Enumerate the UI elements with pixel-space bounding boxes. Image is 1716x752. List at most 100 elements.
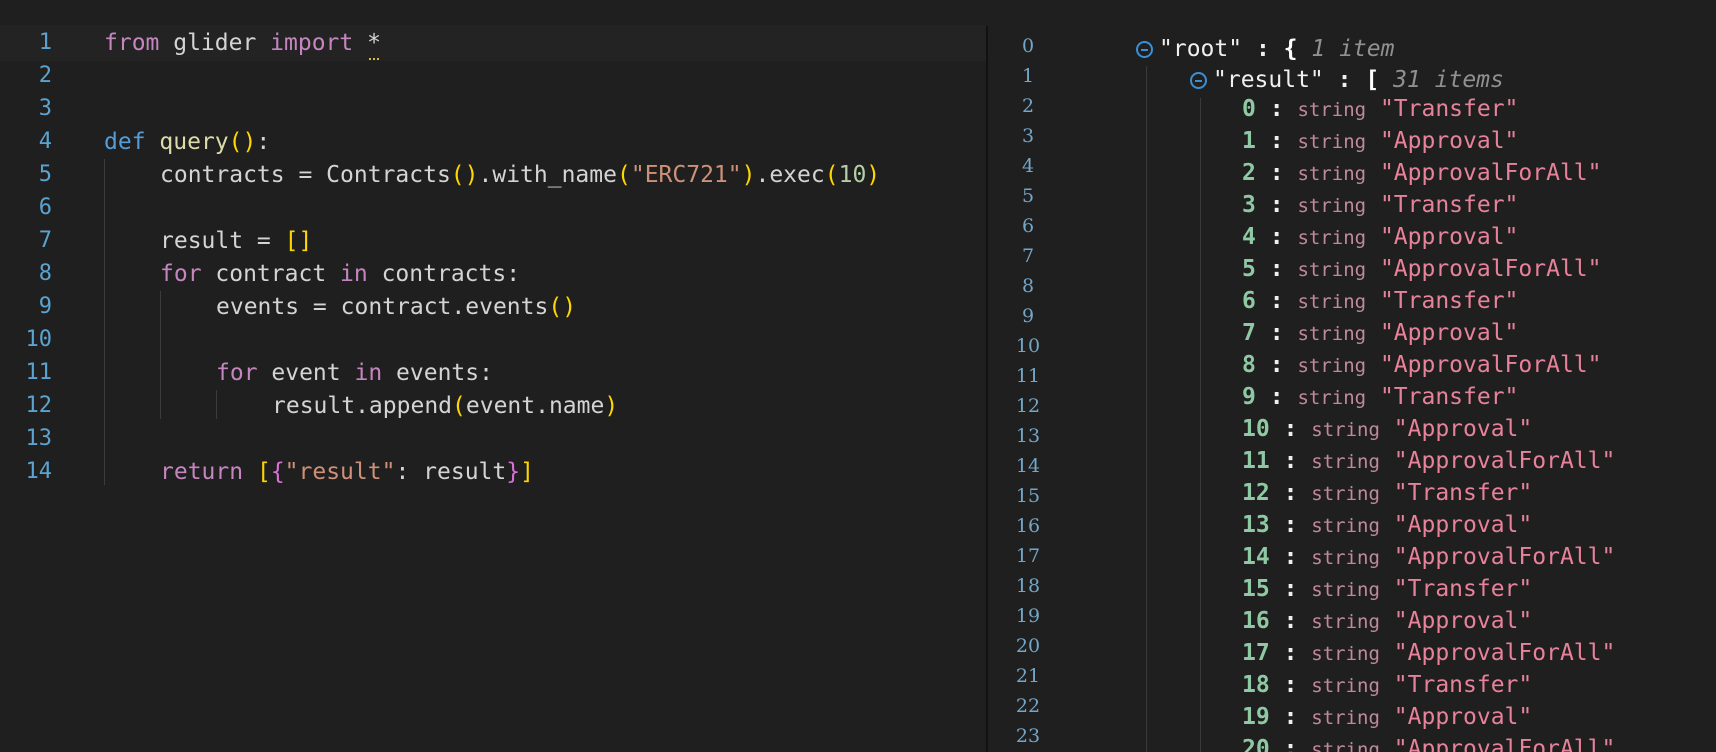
code-text[interactable]: result.append(event.name): [272, 388, 618, 424]
json-item-content: 8 : string "ApprovalForAll": [1242, 349, 1602, 382]
json-colon: :: [1283, 544, 1298, 570]
line-number: 3: [38, 96, 52, 121]
code-text[interactable]: contracts = Contracts().with_name("ERC72…: [160, 157, 880, 193]
code-text[interactable]: def query():: [104, 124, 270, 160]
json-array-item[interactable]: 0 : string "Transfer": [988, 93, 1716, 125]
code-text[interactable]: for event in events:: [216, 355, 493, 391]
code-line[interactable]: 4 def query():: [0, 124, 986, 160]
line-number: 2: [38, 63, 52, 88]
json-node-row[interactable]: "root" : { 1 item: [988, 33, 1716, 65]
code-token: result.append: [272, 393, 453, 419]
json-array-item[interactable]: 15 : string "Transfer": [988, 573, 1716, 605]
json-item-index: 9: [1242, 384, 1256, 410]
json-array-item[interactable]: 17 : string "ApprovalForAll": [988, 637, 1716, 669]
json-array-item[interactable]: 11 : string "ApprovalForAll": [988, 445, 1716, 477]
json-colon: :: [1269, 192, 1284, 218]
json-string-value: "Approval": [1393, 416, 1533, 442]
json-array-item[interactable]: 14 : string "ApprovalForAll": [988, 541, 1716, 573]
json-string-value: "Transfer": [1379, 96, 1519, 122]
code-text[interactable]: result = []: [160, 223, 312, 259]
json-array-item[interactable]: 20 : string "ApprovalForAll": [988, 733, 1716, 752]
json-node-row[interactable]: "result" : [ 31 items: [988, 64, 1716, 96]
json-type-label: string: [1297, 355, 1367, 377]
code-token: contracts = Contracts: [160, 162, 451, 188]
json-colon: :: [1269, 256, 1284, 282]
json-array-item[interactable]: 13 : string "Approval": [988, 509, 1716, 541]
json-viewer-panel: 0 1 2 3 4 5 6 7 8 9 10 11 12 13 14 15 16 17 18 19 20 21 22 23 "r…: [988, 0, 1716, 752]
code-text[interactable]: from glider import *: [104, 25, 381, 61]
code-line[interactable]: 7 result = []: [0, 223, 986, 259]
code-text[interactable]: return [{"result": result}]: [160, 454, 534, 490]
code-line[interactable]: 6: [0, 190, 986, 226]
code-line[interactable]: 11 for event in events:: [0, 355, 986, 391]
json-string-value: "Approval": [1379, 224, 1519, 250]
json-array-item[interactable]: 8 : string "ApprovalForAll": [988, 349, 1716, 381]
code-line[interactable]: 10: [0, 322, 986, 358]
code-line[interactable]: 2: [0, 58, 986, 94]
code-text[interactable]: for contract in contracts:: [160, 256, 520, 292]
json-string-value: "Transfer": [1393, 576, 1533, 602]
code-line[interactable]: 12 result.append(event.name): [0, 388, 986, 424]
json-item-index: 4: [1242, 224, 1256, 250]
json-array-item[interactable]: 12 : string "Transfer": [988, 477, 1716, 509]
json-array-item[interactable]: 3 : string "Transfer": [988, 189, 1716, 221]
json-string-value: "ApprovalForAll": [1393, 640, 1616, 666]
json-array-item[interactable]: 16 : string "Approval": [988, 605, 1716, 637]
json-array-item[interactable]: 7 : string "Approval": [988, 317, 1716, 349]
code-editor[interactable]: 1 from glider import * 2 3 4 def query(): 5 con…: [0, 0, 986, 752]
code-token: contract: [201, 261, 341, 287]
json-colon: :: [1283, 608, 1298, 634]
code-token: ): [604, 393, 619, 419]
code-line[interactable]: 5 contracts = Contracts().with_name("ERC7…: [0, 157, 986, 193]
code-token: in: [354, 360, 383, 386]
json-node[interactable]: "root" : { 1 item: [1136, 33, 1394, 65]
json-array-item[interactable]: 2 : string "ApprovalForAll": [988, 157, 1716, 189]
json-array-item[interactable]: 19 : string "Approval": [988, 701, 1716, 733]
collapse-root-icon[interactable]: [1136, 41, 1153, 58]
json-array-item[interactable]: 1 : string "Approval": [988, 125, 1716, 157]
json-array-item[interactable]: 10 : string "Approval": [988, 413, 1716, 445]
code-token: def: [104, 129, 146, 155]
json-array-item[interactable]: 4 : string "Approval": [988, 221, 1716, 253]
code-line[interactable]: 3: [0, 91, 986, 127]
code-token: : result: [395, 459, 507, 485]
code-line[interactable]: 13: [0, 421, 986, 457]
json-key: "root": [1159, 36, 1243, 62]
code-line[interactable]: 14 return [{"result": result}]: [0, 454, 986, 490]
json-type-label: string: [1311, 707, 1380, 729]
code-token: import: [270, 30, 354, 56]
json-type-label: string: [1297, 163, 1367, 185]
code-line[interactable]: 9 events = contract.events(): [0, 289, 986, 325]
json-array-item[interactable]: 9 : string "Transfer": [988, 381, 1716, 413]
code-token: (: [452, 393, 466, 419]
json-colon: :: [1269, 224, 1284, 250]
code-token: []: [284, 228, 313, 254]
code-token: 10: [838, 162, 867, 188]
json-type-label: string: [1297, 387, 1367, 409]
json-item-index: 6: [1242, 288, 1256, 314]
code-token: :: [256, 129, 271, 155]
code-text[interactable]: events = contract.events(): [216, 289, 576, 325]
json-array-item[interactable]: 6 : string "Transfer": [988, 285, 1716, 317]
code-line[interactable]: 8 for contract in contracts:: [0, 256, 986, 292]
json-colon: :: [1269, 352, 1284, 378]
json-array-item[interactable]: 18 : string "Transfer": [988, 669, 1716, 701]
code-line[interactable]: 1 from glider import *: [0, 25, 986, 61]
json-string-value: "ApprovalForAll": [1379, 160, 1602, 186]
collapse-result-icon[interactable]: [1190, 72, 1207, 89]
code-token: *: [367, 25, 381, 61]
json-array-item[interactable]: 5 : string "ApprovalForAll": [988, 253, 1716, 285]
json-type-label: string: [1311, 451, 1380, 473]
json-item-content: 19 : string "Approval": [1242, 701, 1532, 734]
json-colon: :: [1283, 416, 1298, 442]
code-token: ): [741, 162, 756, 188]
json-item-index: 19: [1242, 704, 1270, 730]
line-number: 4: [38, 129, 52, 154]
json-node[interactable]: "result" : [ 31 items: [1190, 64, 1504, 96]
json-item-index: 13: [1242, 512, 1270, 538]
json-item-index: 3: [1242, 192, 1256, 218]
line-number: 5: [38, 162, 52, 187]
json-type-label: string: [1311, 579, 1380, 601]
